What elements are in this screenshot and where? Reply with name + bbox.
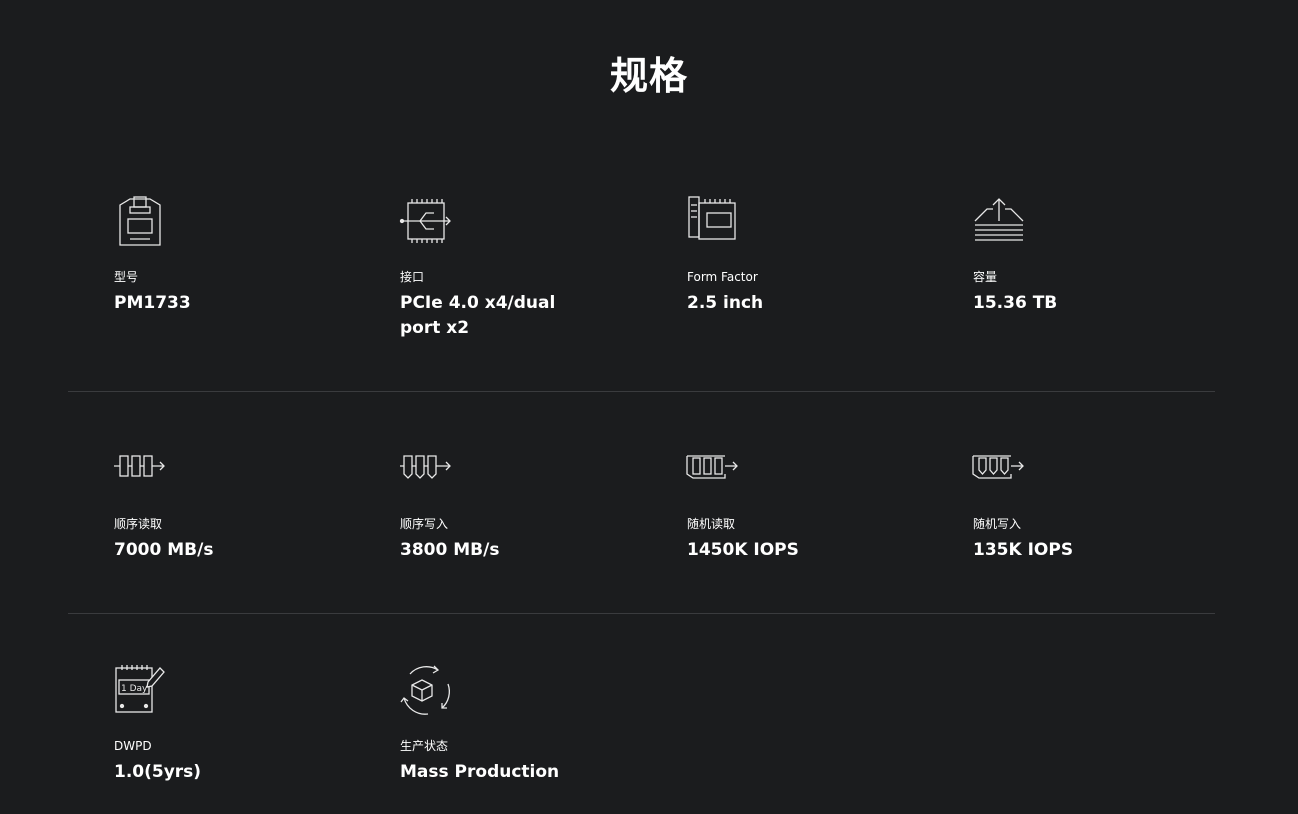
spec-label: DWPD (114, 739, 152, 753)
spec-value: 15.36 TB (973, 293, 1058, 313)
production-status-icon (398, 664, 454, 720)
row-divider (68, 613, 1215, 614)
form-factor-icon (685, 195, 741, 251)
page-title: 规格 (609, 54, 688, 98)
spec-value: 1450K IOPS (687, 540, 799, 560)
spec-label: Form Factor (687, 270, 758, 284)
random-read-icon (685, 442, 741, 498)
spec-label: 容量 (973, 270, 998, 284)
spec-label: 随机读取 (687, 517, 736, 531)
spec-value: PCIe 4.0 x4/dual port x2 (400, 293, 556, 338)
capacity-icon (971, 195, 1027, 251)
spec-label: 型号 (114, 270, 139, 284)
dwpd-icon: 1 Day (112, 664, 168, 720)
spec-label: 顺序读取 (114, 517, 163, 531)
spec-value: 3800 MB/s (400, 540, 500, 560)
spec-label: 顺序写入 (400, 517, 449, 531)
model-icon (112, 195, 168, 251)
spec-value: PM1733 (114, 293, 191, 313)
spec-label: 接口 (400, 270, 425, 284)
random-write-icon (971, 442, 1027, 498)
spec-value: 2.5 inch (687, 293, 764, 313)
spec-label: 随机写入 (973, 517, 1022, 531)
spec-label: 生产状态 (400, 739, 449, 753)
spec-value: Mass Production (400, 762, 560, 782)
row-divider (68, 391, 1215, 392)
specifications-section: 规格 型号 PM1733 接口 PCIe 4.0 x4/dual port x2… (0, 0, 1298, 814)
spec-value: 1.0(5yrs) (114, 762, 202, 782)
sequential-write-icon (398, 442, 454, 498)
spec-value: 7000 MB/s (114, 540, 214, 560)
sequential-read-icon (112, 442, 168, 498)
interface-icon (398, 195, 454, 251)
spec-value: 135K IOPS (973, 540, 1074, 560)
dwpd-icon-text: 1 Day (121, 684, 148, 694)
